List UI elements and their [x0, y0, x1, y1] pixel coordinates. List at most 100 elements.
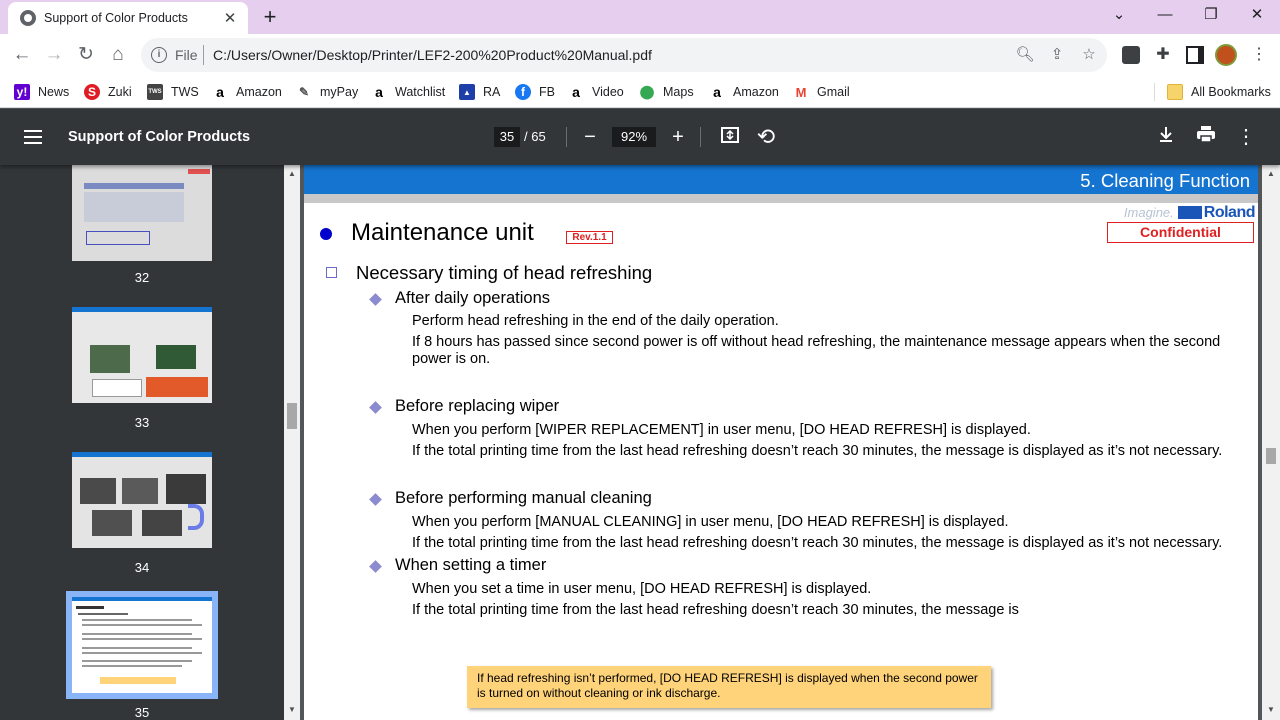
page-heading: Maintenance unit	[351, 219, 534, 246]
fit-page-icon	[721, 127, 739, 143]
bookmark-fb[interactable]: f FB	[515, 82, 555, 102]
document-scroll-thumb[interactable]	[1266, 448, 1276, 464]
thumbnail-page-35[interactable]	[66, 591, 218, 699]
folder-icon	[1167, 84, 1183, 100]
bookmark-watchlist[interactable]: a Watchlist	[371, 82, 445, 102]
new-tab-button[interactable]: +	[258, 5, 282, 29]
bookmark-amazon-2[interactable]: a Amazon	[709, 82, 779, 102]
browser-tab[interactable]: Support of Color Products ✕	[8, 2, 248, 34]
bookmark-label: Watchlist	[395, 85, 446, 99]
bookmark-video[interactable]: a Video	[568, 82, 624, 102]
bookmark-label: FB	[539, 85, 555, 99]
hamburger-menu-icon[interactable]	[24, 129, 44, 145]
diamond-bullet-icon	[369, 560, 382, 573]
home-button[interactable]: ⌂	[106, 43, 130, 67]
section-title-after-daily: After daily operations	[395, 289, 551, 307]
print-button[interactable]	[1194, 125, 1218, 149]
rotate-button[interactable]: ⟲	[754, 125, 778, 149]
close-window-button[interactable]: ✕	[1242, 4, 1272, 26]
url-text[interactable]: C:/Users/Owner/Desktop/Printer/LEF2-200%…	[213, 47, 652, 63]
section-title-setting-timer: When setting a timer	[395, 556, 547, 574]
thumbnail-sidebar[interactable]: 32 33 34 35	[0, 165, 284, 720]
page-header-bar: 5. Cleaning Function	[304, 165, 1258, 194]
sidebar-scrollbar[interactable]: ▲ ▼	[284, 165, 300, 720]
confidential-stamp: Confidential	[1107, 222, 1254, 243]
roland-logo: Imagine. Roland	[1123, 204, 1256, 221]
bookmark-label: Maps	[663, 85, 694, 99]
bookmark-label: Zuki	[108, 85, 132, 99]
share-icon[interactable]: ⇪	[1047, 45, 1067, 65]
side-panel-icon[interactable]	[1186, 46, 1204, 64]
body-text: If the total printing time from the last…	[412, 535, 1223, 551]
maps-icon: ⬤	[639, 84, 655, 99]
extensions-puzzle-icon[interactable]: ✚	[1154, 46, 1172, 64]
zoom-icon[interactable]: 🔍︎	[1015, 45, 1035, 65]
download-extension-icon[interactable]	[1122, 46, 1140, 64]
zuki-icon: S	[84, 84, 100, 100]
scroll-down-arrow-icon[interactable]: ▼	[1263, 705, 1279, 714]
more-actions-icon[interactable]: ⋮	[1234, 125, 1258, 149]
reload-button[interactable]: ↻	[74, 43, 98, 67]
close-tab-icon[interactable]: ✕	[222, 9, 238, 27]
bookmark-mypay[interactable]: ✎ myPay	[296, 82, 358, 102]
scroll-up-arrow-icon[interactable]: ▲	[284, 169, 300, 178]
scroll-down-arrow-icon[interactable]: ▼	[284, 705, 300, 714]
all-bookmarks-button[interactable]: All Bookmarks	[1167, 82, 1271, 102]
header-underline	[304, 194, 1258, 203]
info-icon[interactable]: i	[151, 47, 167, 63]
page-number-input[interactable]: 35	[494, 127, 520, 147]
section-title-replacing-wiper: Before replacing wiper	[395, 397, 560, 415]
scroll-up-arrow-icon[interactable]: ▲	[1263, 169, 1279, 178]
download-button[interactable]	[1154, 125, 1178, 149]
fit-to-page-button[interactable]	[718, 125, 742, 149]
pdf-page: 5. Cleaning Function Imagine. Roland Con…	[304, 165, 1258, 720]
zoom-level-input[interactable]: 92%	[612, 127, 656, 147]
toolbar-divider	[566, 127, 567, 147]
bookmark-zuki[interactable]: S Zuki	[84, 82, 132, 102]
tab-search-chevron-icon[interactable]: ⌄	[1104, 4, 1134, 26]
address-bar[interactable]: i File C:/Users/Owner/Desktop/Printer/LE…	[141, 38, 1107, 72]
amazon-icon: a	[375, 84, 383, 100]
body-text: If the total printing time from the last…	[412, 443, 1223, 459]
forward-button[interactable]: →	[42, 43, 66, 67]
gmail-icon: M	[795, 84, 807, 100]
subheading-box-icon	[326, 267, 337, 278]
chrome-menu-icon[interactable]: ⋮	[1250, 46, 1268, 64]
profile-avatar[interactable]	[1215, 44, 1237, 66]
tws-icon: TWS	[147, 84, 163, 100]
yahoo-icon: y!	[14, 84, 30, 100]
bookmark-tws[interactable]: TWS TWS	[147, 82, 199, 102]
body-text: Perform head refreshing in the end of th…	[412, 313, 779, 329]
diamond-bullet-icon	[369, 293, 382, 306]
bookmark-news[interactable]: y! News	[14, 82, 69, 102]
thumbnail-page-32[interactable]	[72, 165, 212, 261]
document-scrollbar[interactable]: ▲ ▼	[1262, 165, 1280, 720]
back-button[interactable]: ←	[10, 43, 34, 67]
section-title-manual-cleaning: Before performing manual cleaning	[395, 489, 652, 507]
bookmark-amazon[interactable]: a Amazon	[212, 82, 282, 102]
logo-tagline: Imagine.	[1123, 205, 1174, 220]
bookmark-label: Amazon	[733, 85, 779, 99]
star-icon[interactable]: ☆	[1079, 45, 1099, 65]
amazon-icon: a	[216, 84, 224, 100]
minimize-button[interactable]: —	[1150, 4, 1180, 26]
subheading: Necessary timing of head refreshing	[356, 262, 653, 283]
thumbnail-page-33[interactable]	[72, 307, 212, 403]
bookmark-label: RA	[483, 85, 501, 99]
bookmark-gmail[interactable]: M Gmail	[793, 82, 850, 102]
thumbnail-page-34[interactable]	[72, 452, 212, 548]
amazon-icon: a	[713, 84, 721, 100]
url-divider	[203, 45, 204, 65]
roland-mark-icon	[1177, 206, 1202, 219]
body-text: If 8 hours has passed since second power…	[412, 334, 1221, 367]
bookmark-label: Amazon	[236, 85, 282, 99]
zoom-out-button[interactable]: −	[578, 125, 602, 149]
page-total: / 65	[524, 129, 546, 144]
restore-button[interactable]: ❐	[1196, 4, 1226, 26]
bookmark-maps[interactable]: ⬤ Maps	[639, 82, 694, 102]
zoom-in-button[interactable]: +	[666, 125, 690, 149]
bookmark-ra[interactable]: ▲ RA	[459, 82, 500, 102]
sidebar-scroll-thumb[interactable]	[287, 403, 297, 429]
thumbnail-number: 33	[134, 415, 150, 430]
thumbnail-number: 34	[134, 560, 150, 575]
